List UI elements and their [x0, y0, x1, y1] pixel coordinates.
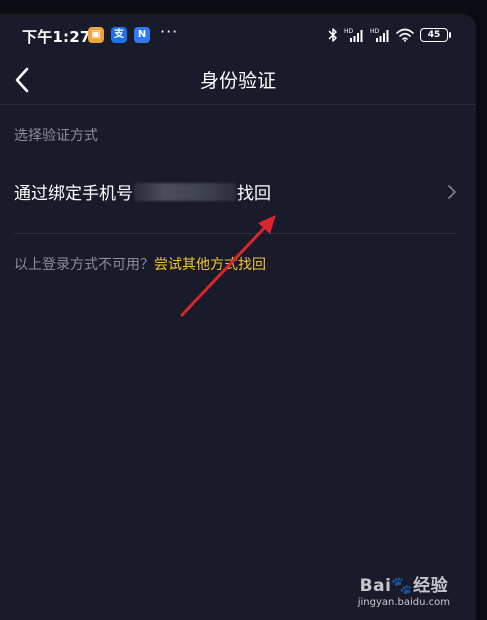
option-label: 通过绑定手机号 找回	[14, 179, 271, 204]
device-frame: 下午1:27 ▣ 支 N ··· HD HD 45 身份验证 选择验证方式 通过…	[0, 0, 487, 620]
header-divider	[0, 104, 476, 105]
alipay-icon: 支	[111, 27, 127, 43]
baidu-jingyan-watermark: Bai🐾经验 jingyan.baidu.com	[358, 571, 450, 608]
watermark-logo: Bai🐾经验	[359, 576, 449, 596]
signal-2-icon: HD	[370, 28, 389, 42]
bluetooth-icon	[328, 28, 337, 42]
page-title: 身份验证	[199, 70, 276, 92]
phone-recovery-option[interactable]: 通过绑定手机号 找回	[0, 166, 476, 216]
svg-text:HD: HD	[370, 28, 380, 35]
status-time: 下午1:27	[22, 28, 91, 46]
status-indicators: HD HD 45	[328, 26, 451, 44]
wifi-icon	[396, 28, 414, 42]
app-screen: 下午1:27 ▣ 支 N ··· HD HD 45 身份验证 选择验证方式 通过…	[0, 14, 476, 620]
alternative-prefix: 以上登录方式不可用？	[14, 257, 154, 273]
battery-icon: 45	[420, 28, 451, 42]
signal-1-icon: HD	[344, 28, 363, 42]
section-label: 选择验证方式	[14, 128, 98, 144]
status-bar: 下午1:27 ▣ 支 N ··· HD HD 45	[0, 14, 476, 56]
svg-text:HD: HD	[344, 28, 354, 35]
option-label-start: 通过绑定手机号	[14, 184, 133, 204]
notification-app-icon: ▣	[88, 27, 104, 43]
nav-header: 身份验证	[0, 56, 476, 104]
chevron-right-icon	[448, 185, 456, 199]
option-label-end: 找回	[237, 184, 271, 204]
masked-phone-number	[134, 183, 236, 201]
notification-n-icon: N	[134, 27, 150, 43]
try-other-method-link[interactable]: 尝试其他方式找回	[154, 257, 266, 273]
more-notifications-icon: ···	[160, 22, 179, 41]
alternative-method-line: 以上登录方式不可用？尝试其他方式找回	[14, 254, 266, 274]
row-divider	[14, 233, 456, 234]
watermark-url: jingyan.baidu.com	[357, 597, 450, 608]
